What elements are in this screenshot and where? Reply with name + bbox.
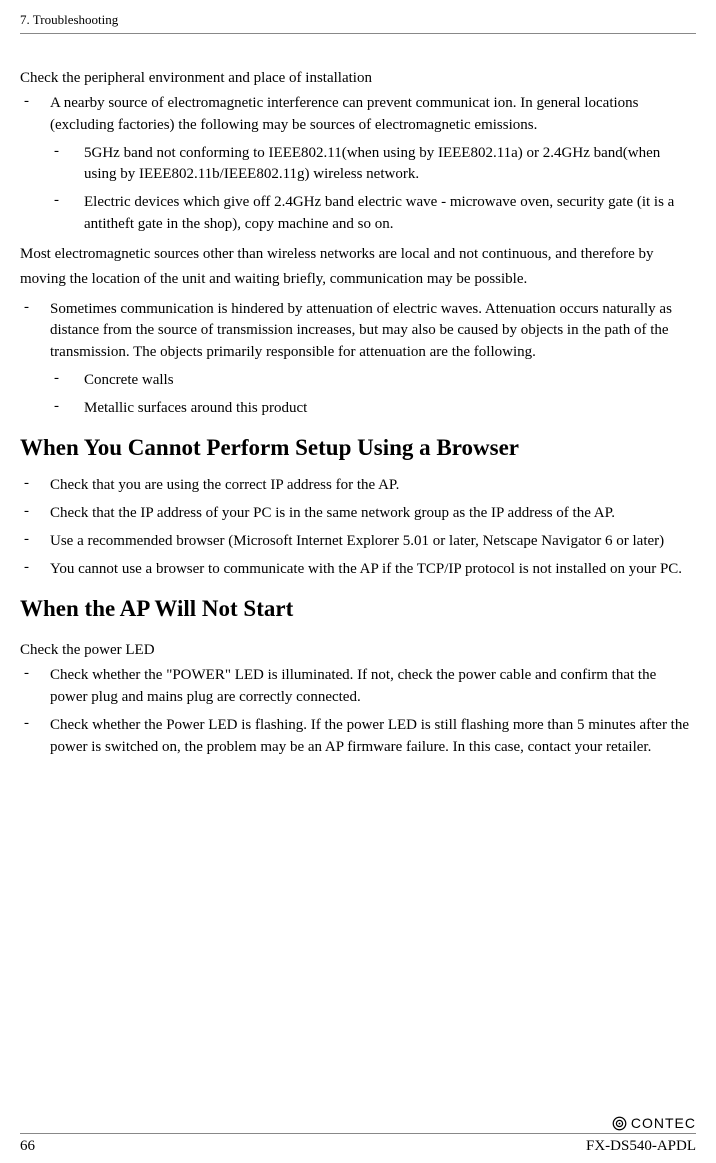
bullet-dash: - bbox=[20, 665, 50, 709]
list-item-nested: - 5GHz band not conforming to IEEE802.11… bbox=[54, 143, 696, 187]
bullet-dash: - bbox=[20, 559, 50, 581]
list-item: - Use a recommended browser (Microsoft I… bbox=[20, 531, 696, 553]
section-title-ap-start: When the AP Will Not Start bbox=[20, 596, 696, 622]
bullet-dash: - bbox=[20, 299, 50, 364]
bullet-dash: - bbox=[54, 143, 84, 187]
page-header: 7. Troubleshooting bbox=[20, 12, 696, 34]
paragraph: Most electromagnetic sources other than … bbox=[20, 242, 696, 293]
list-item-nested: - Concrete walls bbox=[54, 370, 696, 392]
list-item: - Check whether the Power LED is flashin… bbox=[20, 715, 696, 759]
page-footer: CONTEC 66 FX-DS540-APDL bbox=[20, 1115, 696, 1155]
list-text: Check that you are using the correct IP … bbox=[50, 475, 696, 497]
bullet-dash: - bbox=[54, 398, 84, 420]
list-item: - A nearby source of electromagnetic int… bbox=[20, 93, 696, 137]
list-text: Metallic surfaces around this product bbox=[84, 398, 696, 420]
list-item: - Check that the IP address of your PC i… bbox=[20, 503, 696, 525]
bullet-dash: - bbox=[54, 370, 84, 392]
list-text: Use a recommended browser (Microsoft Int… bbox=[50, 531, 696, 553]
list-text: Electric devices which give off 2.4GHz b… bbox=[84, 192, 696, 236]
list-text: Concrete walls bbox=[84, 370, 696, 392]
bullet-dash: - bbox=[20, 93, 50, 137]
list-item: - Sometimes communication is hindered by… bbox=[20, 299, 696, 364]
list-text: Sometimes communication is hindered by a… bbox=[50, 299, 696, 364]
list-text: A nearby source of electromagnetic inter… bbox=[50, 93, 696, 137]
footer-divider bbox=[20, 1133, 696, 1134]
bullet-dash: - bbox=[20, 715, 50, 759]
list-text: Check that the IP address of your PC is … bbox=[50, 503, 696, 525]
section-lead-power-led: Check the power LED bbox=[20, 642, 696, 659]
footer-logo: CONTEC bbox=[20, 1115, 696, 1131]
contec-logo-icon bbox=[612, 1116, 627, 1131]
bullet-dash: - bbox=[20, 531, 50, 553]
bullet-dash: - bbox=[54, 192, 84, 236]
list-item: - You cannot use a browser to communicat… bbox=[20, 559, 696, 581]
page-number: 66 bbox=[20, 1138, 35, 1155]
section-title-browser: When You Cannot Perform Setup Using a Br… bbox=[20, 435, 696, 461]
footer-brand: CONTEC bbox=[631, 1115, 696, 1131]
section-lead-environment: Check the peripheral environment and pla… bbox=[20, 70, 696, 87]
list-text: Check whether the "POWER" LED is illumin… bbox=[50, 665, 696, 709]
list-item-nested: - Electric devices which give off 2.4GHz… bbox=[54, 192, 696, 236]
bullet-dash: - bbox=[20, 475, 50, 497]
list-item: - Check whether the "POWER" LED is illum… bbox=[20, 665, 696, 709]
list-item-nested: - Metallic surfaces around this product bbox=[54, 398, 696, 420]
bullet-dash: - bbox=[20, 503, 50, 525]
list-text: You cannot use a browser to communicate … bbox=[50, 559, 696, 581]
list-text: 5GHz band not conforming to IEEE802.11(w… bbox=[84, 143, 696, 187]
list-text: Check whether the Power LED is flashing.… bbox=[50, 715, 696, 759]
footer-model: FX-DS540-APDL bbox=[586, 1138, 696, 1155]
list-item: - Check that you are using the correct I… bbox=[20, 475, 696, 497]
